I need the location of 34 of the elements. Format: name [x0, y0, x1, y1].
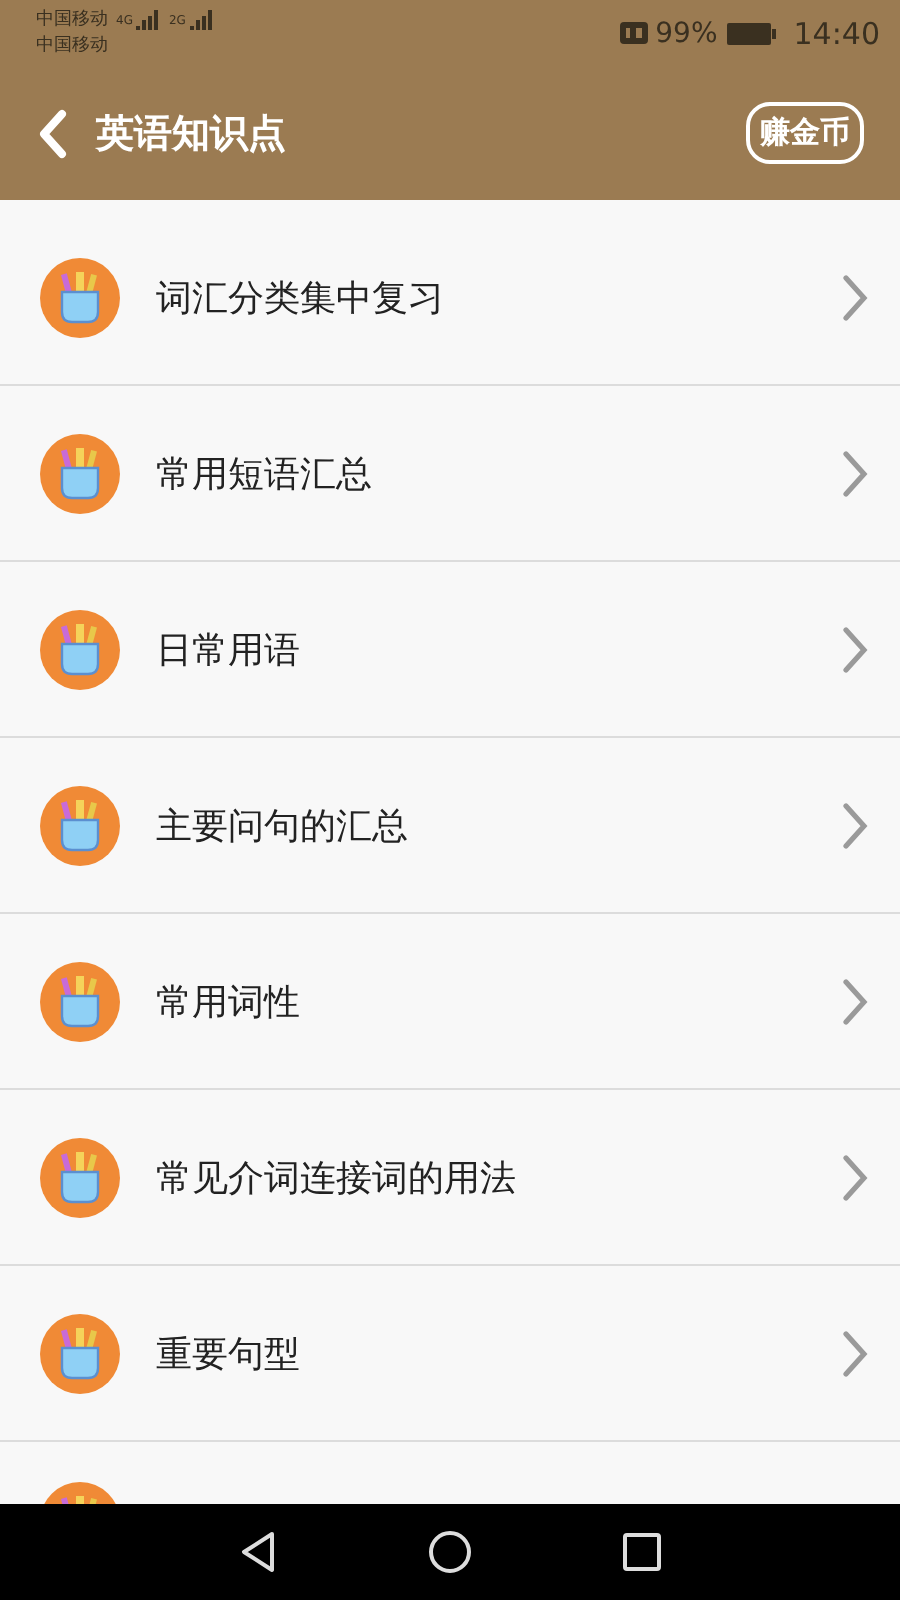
earn-coins-button[interactable]: 赚金币 — [746, 102, 864, 164]
clock: 14:40 — [793, 15, 880, 51]
signal-icon — [189, 10, 214, 30]
item-label: 重要句型 — [156, 1331, 302, 1377]
pencil-cup-icon — [40, 433, 120, 513]
recent-apps-icon[interactable] — [622, 1532, 662, 1572]
page-title: 英语知识点 — [96, 109, 288, 159]
carrier-name: 中国移动 — [36, 33, 110, 59]
pencil-cup-icon — [40, 785, 120, 865]
battery-icon — [725, 21, 778, 45]
back-icon[interactable] — [238, 1530, 278, 1574]
chevron-right-icon — [840, 1153, 868, 1201]
chevron-right-icon — [840, 1329, 868, 1377]
pencil-cup-icon — [40, 961, 120, 1041]
carrier-name: 中国移动 — [36, 7, 108, 33]
item-label: 词汇分类集中复习 — [156, 275, 446, 321]
item-label: 主要问句的汇总 — [156, 803, 410, 849]
pencil-cup-icon — [40, 257, 120, 337]
item-label: 常用短语汇总 — [156, 451, 374, 497]
pencil-cup-icon — [40, 1313, 120, 1393]
item-label: 常见介词连接词的用法 — [156, 1155, 518, 1201]
chevron-right-icon — [840, 625, 868, 673]
home-icon[interactable] — [428, 1530, 472, 1574]
hd-icon — [619, 22, 648, 44]
signal-icon — [136, 10, 161, 30]
chevron-right-icon — [840, 977, 868, 1025]
chevron-right-icon — [840, 273, 868, 321]
chevron-right-icon — [840, 449, 868, 497]
item-label: 常用词性 — [156, 979, 302, 1025]
item-label: 日常用语 — [156, 627, 302, 673]
battery-percent: 99% — [655, 17, 718, 49]
chevron-right-icon — [840, 801, 868, 849]
pencil-cup-icon — [40, 1137, 120, 1217]
pencil-cup-icon — [40, 609, 120, 689]
